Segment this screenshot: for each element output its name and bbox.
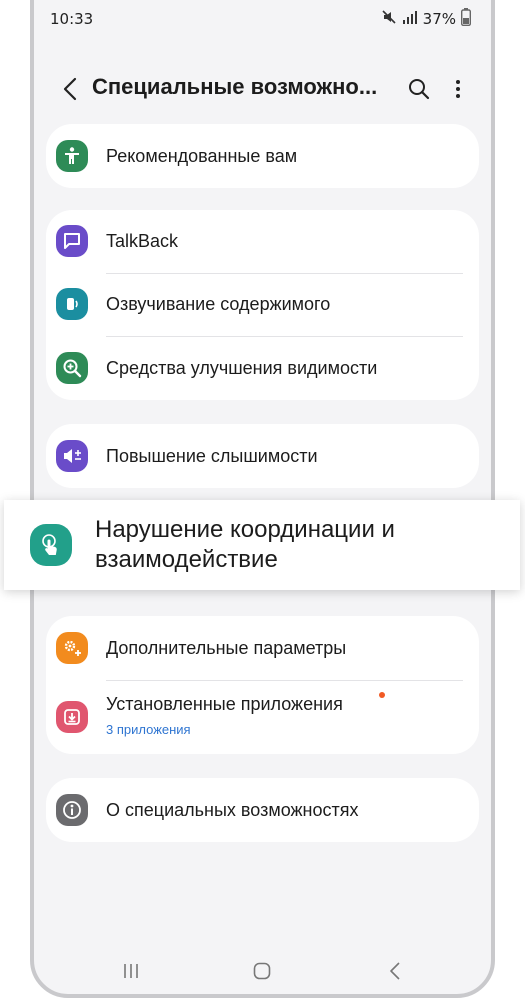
status-icons: 37% bbox=[381, 8, 472, 30]
list-item-subtitle: 3 приложения bbox=[106, 722, 191, 737]
talkback-chat-icon bbox=[56, 225, 88, 257]
accessibility-person-icon bbox=[56, 140, 88, 172]
magnifier-plus-icon bbox=[56, 352, 88, 384]
list-item-read-content[interactable]: Озвучивание содержимого bbox=[46, 273, 479, 336]
status-bar: 10:33 37% bbox=[34, 4, 491, 34]
card-screen-readers: TalkBack Озвучивание содержимого Средств… bbox=[46, 210, 479, 400]
info-icon bbox=[56, 794, 88, 826]
navigation-bar bbox=[34, 956, 491, 994]
app-bar: Специальные возможно... bbox=[34, 60, 491, 120]
battery-percent: 37% bbox=[422, 10, 456, 28]
page-title: Специальные возможно... bbox=[92, 74, 378, 99]
list-item-label: Средства улучшения видимости bbox=[106, 358, 378, 378]
speaker-plus-icon bbox=[56, 440, 88, 472]
card-extra: Дополнительные параметры Установленные п… bbox=[46, 616, 479, 754]
highlighted-item-label: Нарушение координации и взаимодействие bbox=[95, 516, 395, 573]
nav-back-icon bbox=[390, 962, 400, 980]
back-button[interactable] bbox=[56, 74, 84, 104]
list-item-label: Установленные приложения bbox=[106, 694, 343, 714]
battery-icon bbox=[460, 8, 472, 30]
highlighted-item-interaction[interactable]: Нарушение координации и взаимодействие bbox=[4, 500, 520, 590]
notification-dot bbox=[379, 692, 385, 698]
search-button[interactable] bbox=[404, 74, 434, 104]
list-item-hearing[interactable]: Повышение слышимости bbox=[46, 424, 479, 488]
recent-apps-icon bbox=[124, 964, 138, 978]
list-item-visibility[interactable]: Средства улучшения видимости bbox=[46, 336, 479, 400]
download-app-icon bbox=[56, 701, 88, 733]
signal-icon bbox=[402, 10, 418, 28]
list-item-recommended[interactable]: Рекомендованные вам bbox=[46, 124, 479, 188]
list-item-installed-apps[interactable]: Установленные приложения 3 приложения bbox=[46, 680, 479, 754]
phone-frame: 10:33 37% Специальные возможно... Рекоме… bbox=[30, 0, 495, 998]
more-options-button[interactable] bbox=[446, 74, 470, 104]
list-item-advanced[interactable]: Дополнительные параметры bbox=[46, 616, 479, 680]
list-item-label: Дополнительные параметры bbox=[106, 638, 347, 658]
recent-apps-button[interactable] bbox=[116, 956, 146, 986]
list-item-about[interactable]: О специальных возможностях bbox=[46, 778, 479, 842]
gears-plus-icon bbox=[56, 632, 88, 664]
speak-content-icon bbox=[56, 288, 88, 320]
list-item-label: О специальных возможностях bbox=[106, 800, 359, 820]
search-icon bbox=[409, 79, 430, 100]
card-recommended: Рекомендованные вам bbox=[46, 124, 479, 188]
list-item-label: TalkBack bbox=[106, 231, 179, 251]
list-item-label: Рекомендованные вам bbox=[106, 146, 298, 166]
home-button[interactable] bbox=[247, 956, 277, 986]
card-about: О специальных возможностях bbox=[46, 778, 479, 842]
nav-back-button[interactable] bbox=[380, 956, 410, 986]
mute-icon bbox=[381, 9, 397, 29]
chevron-left-icon bbox=[63, 77, 77, 101]
touch-hand-icon bbox=[30, 524, 72, 566]
list-item-talkback[interactable]: TalkBack bbox=[46, 210, 479, 273]
list-item-label: Озвучивание содержимого bbox=[106, 294, 331, 314]
card-hearing: Повышение слышимости bbox=[46, 424, 479, 488]
home-icon bbox=[253, 962, 271, 980]
list-item-label: Повышение слышимости bbox=[106, 446, 318, 466]
more-vertical-icon bbox=[456, 80, 460, 98]
status-time: 10:33 bbox=[50, 10, 94, 28]
